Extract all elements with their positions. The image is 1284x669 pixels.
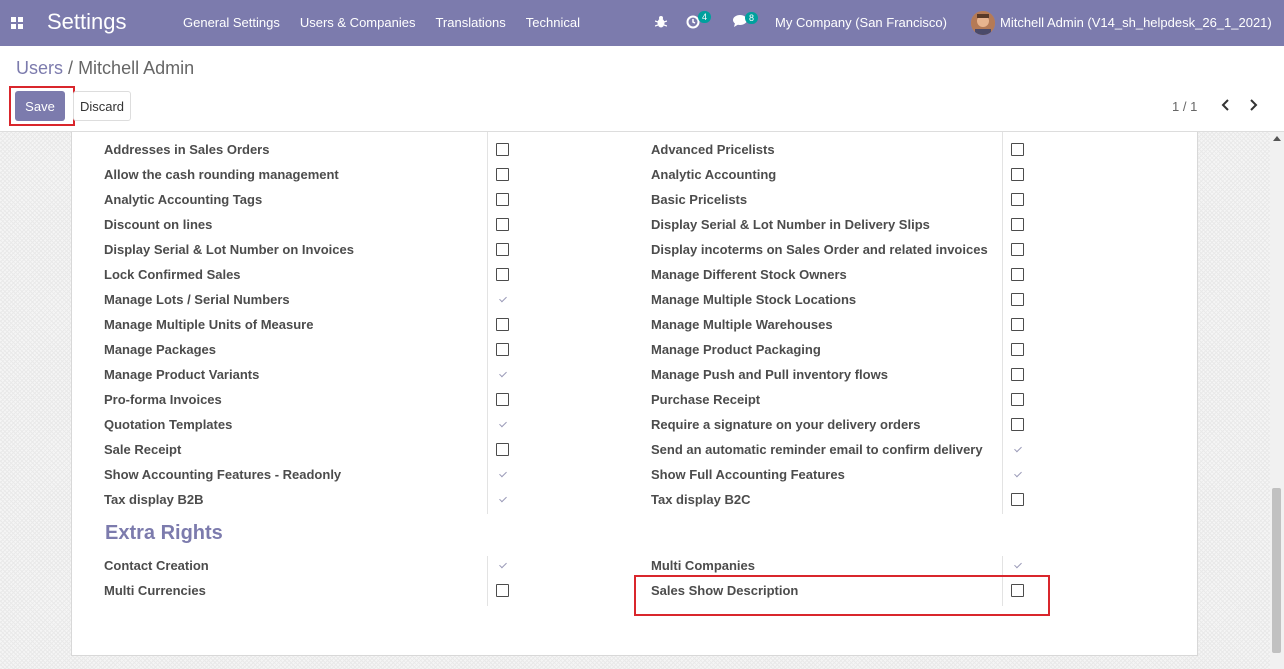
setting-label: Manage Product Variants [104, 367, 260, 382]
setting-checkbox[interactable] [1011, 418, 1024, 431]
setting-label: Display Serial & Lot Number on Invoices [104, 242, 354, 257]
message-count-badge: 8 [745, 12, 759, 24]
setting-checkbox[interactable] [1011, 468, 1024, 481]
chat-icon[interactable]: 8 [733, 12, 759, 31]
setting-label: Tax display B2C [651, 492, 751, 507]
setting-checkbox[interactable] [496, 143, 509, 156]
setting-checkbox[interactable] [496, 368, 509, 381]
setting-label: Lock Confirmed Sales [104, 267, 241, 282]
setting-label: Display Serial & Lot Number in Delivery … [651, 217, 930, 232]
setting-checkbox[interactable] [496, 218, 509, 231]
chevron-right-icon[interactable] [1246, 97, 1260, 113]
setting-label: Multi Currencies [104, 583, 206, 598]
setting-checkbox[interactable] [496, 468, 509, 481]
setting-label: Allow the cash rounding management [104, 167, 339, 182]
setting-checkbox[interactable] [1011, 268, 1024, 281]
setting-label: Manage Multiple Warehouses [651, 317, 833, 332]
setting-checkbox[interactable] [496, 293, 509, 306]
column-divider [487, 132, 488, 514]
setting-label: Manage Different Stock Owners [651, 267, 847, 282]
scroll-up-arrow[interactable] [1273, 136, 1281, 141]
setting-label: Addresses in Sales Orders [104, 142, 270, 157]
menu-general-settings[interactable]: General Settings [183, 15, 280, 30]
setting-checkbox[interactable] [496, 393, 509, 406]
setting-label: Discount on lines [104, 217, 213, 232]
setting-label: Basic Pricelists [651, 192, 748, 207]
setting-label: Sale Receipt [104, 442, 182, 457]
user-menu[interactable]: Mitchell Admin (V14_sh_helpdesk_26_1_202… [1000, 15, 1272, 30]
pager-value[interactable]: 1 / 1 [1172, 99, 1197, 114]
setting-label: Contact Creation [104, 558, 209, 573]
menu-technical[interactable]: Technical [526, 15, 580, 30]
setting-label: Send an automatic reminder email to conf… [651, 442, 983, 457]
setting-label: Show Accounting Features - Readonly [104, 467, 342, 482]
setting-label: Advanced Pricelists [651, 142, 775, 157]
setting-checkbox[interactable] [496, 584, 509, 597]
chevron-left-icon[interactable] [1219, 97, 1233, 113]
setting-checkbox[interactable] [496, 318, 509, 331]
setting-checkbox[interactable] [1011, 343, 1024, 356]
breadcrumb: Users / Mitchell Admin [16, 58, 194, 79]
column-divider [487, 556, 488, 606]
activity-count-badge: 4 [698, 11, 712, 23]
setting-label: Manage Push and Pull inventory flows [651, 367, 888, 382]
setting-checkbox[interactable] [1011, 393, 1024, 406]
setting-checkbox[interactable] [496, 243, 509, 256]
setting-label: Purchase Receipt [651, 392, 761, 407]
setting-checkbox[interactable] [1011, 193, 1024, 206]
setting-checkbox[interactable] [1011, 318, 1024, 331]
setting-checkbox[interactable] [1011, 493, 1024, 506]
setting-label: Multi Companies [651, 558, 756, 573]
setting-label: Analytic Accounting Tags [104, 192, 263, 207]
setting-checkbox[interactable] [1011, 368, 1024, 381]
discard-button[interactable]: Discard [73, 91, 131, 121]
extra-rights-title: Extra Rights [105, 522, 223, 544]
setting-label: Analytic Accounting [651, 167, 777, 182]
setting-checkbox[interactable] [496, 559, 509, 572]
setting-label: Display incoterms on Sales Order and rel… [651, 242, 988, 257]
setting-label: Require a signature on your delivery ord… [651, 417, 921, 432]
setting-checkbox[interactable] [496, 343, 509, 356]
menu-translations[interactable]: Translations [435, 15, 505, 30]
setting-checkbox[interactable] [496, 418, 509, 431]
setting-checkbox[interactable] [496, 268, 509, 281]
breadcrumb-users-link[interactable]: Users [16, 58, 63, 78]
column-divider [1002, 132, 1003, 514]
setting-checkbox[interactable] [496, 193, 509, 206]
setting-label: Manage Packages [104, 342, 217, 357]
setting-label: Show Full Accounting Features [651, 467, 845, 482]
menu-users-companies[interactable]: Users & Companies [300, 15, 416, 30]
scrollbar-thumb[interactable] [1272, 488, 1281, 653]
bug-icon[interactable] [655, 15, 667, 29]
setting-label: Pro-forma Invoices [104, 392, 222, 407]
app-title[interactable]: Settings [47, 9, 127, 35]
setting-checkbox[interactable] [1011, 168, 1024, 181]
avatar[interactable] [971, 11, 995, 35]
setting-checkbox[interactable] [496, 443, 509, 456]
save-button[interactable]: Save [15, 91, 65, 121]
apps-menu-icon[interactable] [11, 17, 23, 29]
activity-icon[interactable]: 4 [686, 11, 712, 32]
setting-checkbox[interactable] [1011, 443, 1024, 456]
breadcrumb-separator: / [68, 58, 74, 78]
setting-checkbox[interactable] [1011, 559, 1024, 572]
setting-label: Quotation Templates [104, 417, 233, 432]
setting-checkbox[interactable] [1011, 293, 1024, 306]
setting-checkbox[interactable] [1011, 218, 1024, 231]
sales-description-highlight-box [634, 575, 1050, 616]
setting-label: Manage Product Packaging [651, 342, 821, 357]
setting-label: Tax display B2B [104, 492, 204, 507]
setting-label: Manage Multiple Units of Measure [104, 317, 314, 332]
main-menu: General Settings Users & Companies Trans… [183, 15, 600, 30]
top-navbar: Settings General Settings Users & Compan… [0, 0, 1284, 46]
breadcrumb-current: Mitchell Admin [78, 58, 195, 78]
setting-checkbox[interactable] [496, 168, 509, 181]
setting-checkbox[interactable] [496, 493, 509, 506]
setting-label: Manage Lots / Serial Numbers [104, 292, 290, 307]
company-switcher[interactable]: My Company (San Francisco) [775, 15, 947, 30]
setting-label: Manage Multiple Stock Locations [651, 292, 857, 307]
setting-checkbox[interactable] [1011, 143, 1024, 156]
control-panel: Users / Mitchell Admin Save Discard 1 / … [0, 46, 1284, 132]
setting-checkbox[interactable] [1011, 243, 1024, 256]
